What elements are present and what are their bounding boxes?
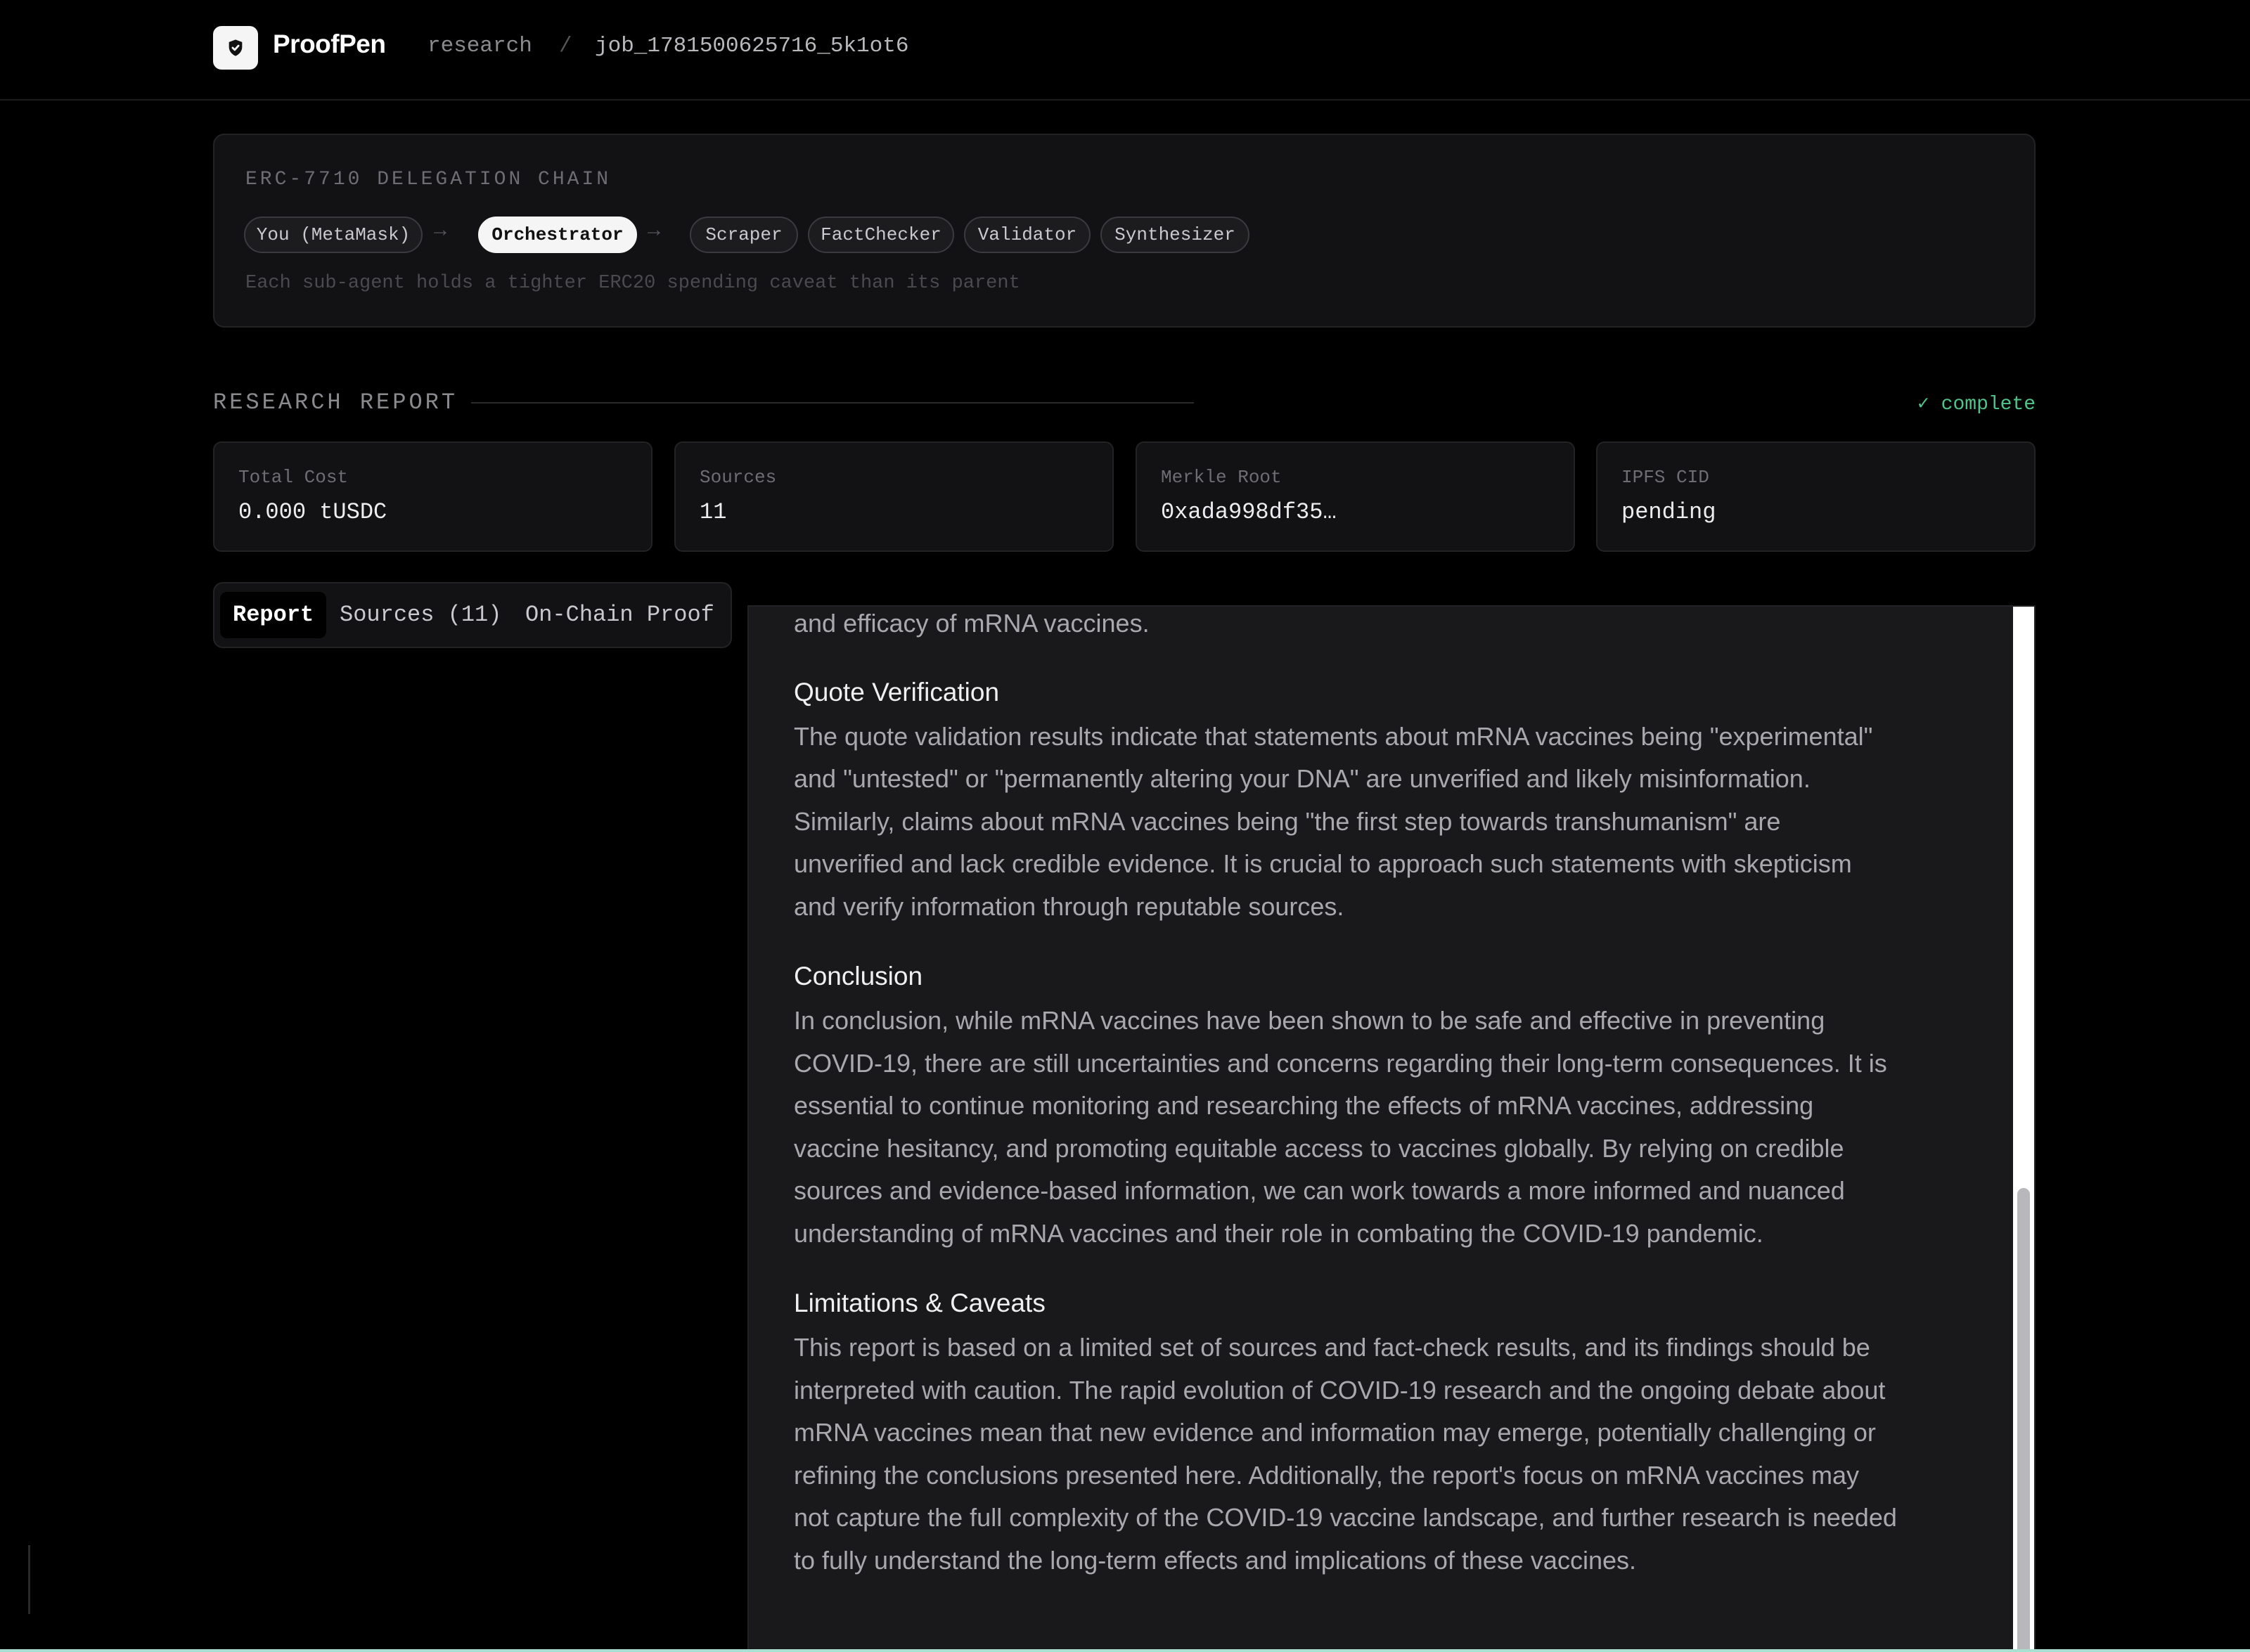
logo[interactable] — [213, 26, 258, 70]
stat-card-sources: Sources 11 — [674, 441, 1114, 552]
edge-divider — [28, 1545, 30, 1614]
report-line: understanding of mRNA vaccines and their… — [794, 1218, 1763, 1248]
stat-value: 0.000 tUSDC — [238, 499, 387, 525]
stat-card-total-cost: Total Cost 0.000 tUSDC — [213, 441, 652, 552]
agent-pill-validator: Validator — [964, 217, 1091, 253]
report-line: and verify information through reputable… — [794, 891, 1344, 921]
agent-pill-scraper: Scraper — [690, 217, 798, 253]
stat-card-ipfs-cid: IPFS CID pending — [1596, 441, 2036, 552]
stat-value: 0xada998df35… — [1161, 499, 1337, 525]
report-line: unverified and lack credible evidence. I… — [794, 849, 1852, 878]
stat-value: pending — [1621, 499, 1716, 525]
research-report-title: RESEARCH REPORT — [213, 389, 458, 415]
stat-card-merkle-root: Merkle Root 0xada998df35… — [1136, 441, 1575, 552]
delegation-note: Each sub-agent holds a tighter ERC20 spe… — [245, 273, 1020, 294]
section-heading-limitations: Limitations & Caveats — [794, 1289, 1046, 1317]
top-bar: ProofPen research / job_1781500625716_5k… — [0, 0, 2250, 101]
arrow-icon: → — [648, 219, 661, 243]
report-line: to fully understand the long-term effect… — [794, 1545, 1636, 1575]
agent-pill-orchestrator: Orchestrator — [478, 217, 637, 253]
report-line: Similarly, claims about mRNA vaccines be… — [794, 806, 1781, 836]
agent-pill-synthesizer: Synthesizer — [1100, 217, 1249, 253]
stat-label: Merkle Root — [1161, 467, 1282, 488]
report-line: refining the conclusions presented here.… — [794, 1460, 1860, 1490]
tab-on-chain-proof[interactable]: On-Chain Proof — [513, 592, 727, 638]
status-badge: ✓ complete — [1917, 394, 2036, 415]
breadcrumb-research[interactable]: research — [428, 34, 532, 58]
report-line: sources and evidence-based information, … — [794, 1176, 1845, 1205]
report-line: In conclusion, while mRNA vaccines have … — [794, 1006, 1825, 1035]
report-line: The quote validation results indicate th… — [794, 721, 1873, 751]
stat-label: Total Cost — [238, 467, 349, 488]
breadcrumb-separator: / — [559, 34, 572, 58]
report-paragraph: This report is based on a limited set of… — [794, 1327, 2010, 1582]
section-heading-conclusion: Conclusion — [794, 962, 923, 990]
report-paragraph: In conclusion, while mRNA vaccines have … — [794, 1000, 2010, 1255]
report-line: This report is based on a limited set of… — [794, 1333, 1870, 1362]
viewport-bottom-edge — [0, 1649, 2250, 1652]
arrow-icon: → — [434, 219, 447, 243]
report-paragraph: The quote validation results indicate th… — [794, 716, 2010, 929]
report-line: COVID-19, there are still uncertainties … — [794, 1048, 1887, 1078]
report-line: interpreted with caution. The rapid evol… — [794, 1375, 1886, 1405]
agent-pill-you: You (MetaMask) — [244, 217, 423, 253]
section-divider — [471, 402, 1194, 404]
report-line: and "untested" or "permanently altering … — [794, 764, 1811, 793]
stat-label: Sources — [700, 467, 777, 488]
agent-pill-factchecker: FactChecker — [808, 217, 954, 253]
report-content-panel[interactable]: and efficacy of mRNA vaccines. Quote Ver… — [747, 605, 2036, 1652]
report-tabs: Report Sources (11) On-Chain Proof — [213, 582, 732, 648]
stat-value: 11 — [700, 499, 727, 525]
report-body: and efficacy of mRNA vaccines. Quote Ver… — [794, 607, 2010, 1582]
tab-report[interactable]: Report — [220, 592, 327, 638]
shield-check-icon — [229, 39, 243, 56]
report-paragraph: and efficacy of mRNA vaccines. — [794, 609, 1150, 638]
stat-label: IPFS CID — [1621, 467, 1709, 488]
delegation-chain-title: ERC-7710 DELEGATION CHAIN — [245, 169, 612, 191]
tab-sources[interactable]: Sources (11) — [327, 592, 514, 638]
breadcrumb-job-id: job_1781500625716_5k1ot6 — [595, 34, 909, 58]
section-heading-quote-verification: Quote Verification — [794, 677, 1000, 706]
report-line: essential to continue monitoring and res… — [794, 1091, 1814, 1120]
delegation-chain-card: ERC-7710 DELEGATION CHAIN You (MetaMask)… — [213, 134, 2036, 328]
scrollbar-thumb[interactable] — [2017, 1188, 2030, 1652]
report-line: mRNA vaccines mean that new evidence and… — [794, 1418, 1876, 1447]
report-line: vaccine hesitancy, and promoting equitab… — [794, 1133, 1844, 1163]
report-line: not capture the full complexity of the C… — [794, 1503, 1897, 1532]
brand-name[interactable]: ProofPen — [273, 30, 386, 59]
